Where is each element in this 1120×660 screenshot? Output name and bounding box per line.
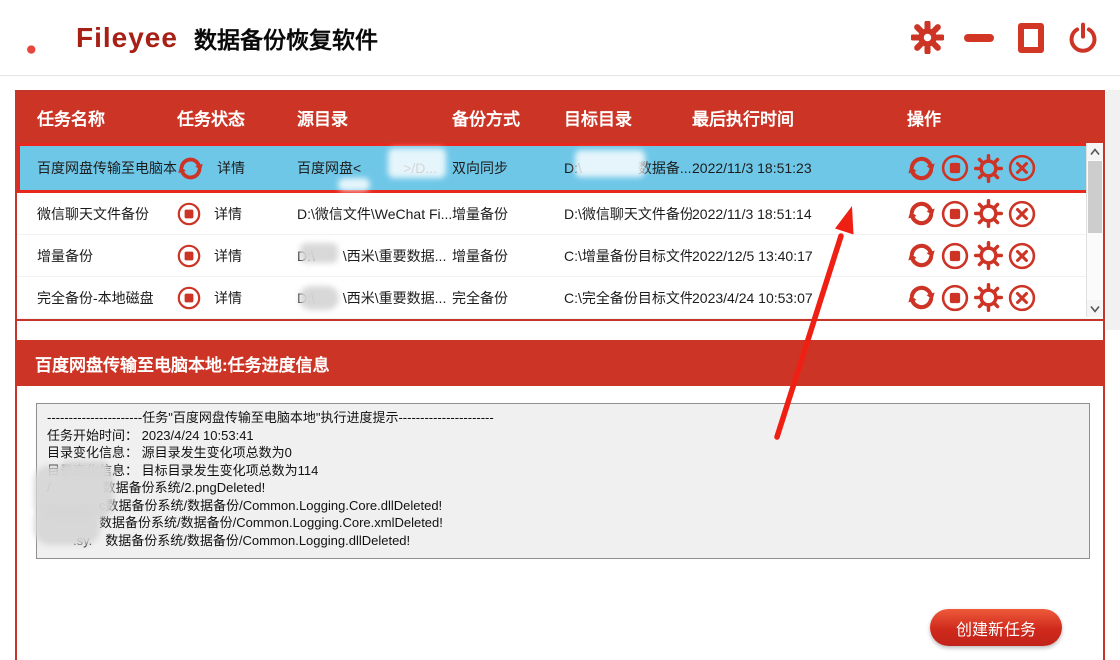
target-dir: D:\ 数据备...	[564, 158, 692, 178]
stop-button[interactable]	[941, 200, 969, 228]
app-title: 数据备份恢复软件	[194, 21, 378, 55]
stop-status-icon	[177, 202, 201, 226]
detail-link[interactable]: 详情	[214, 246, 242, 266]
column-header-operations: 操作	[907, 105, 1103, 130]
backup-mode: 增量备份	[452, 246, 564, 266]
last-run-time: 2023/4/24 10:53:07	[692, 290, 907, 306]
table-row-baidu-netdisk[interactable]: 百度网盘传输至电脑本地 详情 百度网盘< >/D... 双向同步 D:\ 数据备…	[17, 143, 1103, 193]
last-run-time: 2022/12/5 13:40:17	[692, 248, 907, 264]
source-dir: D:\ \西米\重要数据...	[297, 246, 452, 266]
last-run-time: 2022/11/3 18:51:14	[692, 206, 907, 222]
power-button[interactable]	[1064, 19, 1102, 57]
column-header-last-run-time: 最后执行时间	[692, 105, 907, 130]
maximize-icon	[1018, 23, 1044, 53]
table-header-row: 任务名称 任务状态 源目录 备份方式 目标目录 最后执行时间 操作	[17, 92, 1103, 143]
target-dir: C:\完全备份目标文件夹	[564, 288, 692, 308]
task-name: 微信聊天文件备份	[37, 204, 177, 224]
source-dir: D:\微信文件\WeChat Fi...	[297, 204, 452, 224]
stop-status-icon	[177, 286, 201, 310]
log-line: 任务开始时间： 2023/4/24 10:53:41	[47, 427, 1079, 445]
settings-button[interactable]	[908, 19, 946, 57]
run-sync-button[interactable]	[907, 154, 936, 183]
create-new-task-button[interactable]: 创建新任务	[930, 609, 1062, 646]
table-row-incremental-backup[interactable]: 增量备份 详情 D:\ \西米\重要数据... 增量备份 C:\增量备份目标文件…	[17, 235, 1103, 277]
column-header-task-status: 任务状态	[177, 105, 297, 130]
log-line: c数据备份系统/数据备份/Common.Logging.Core.dllDele…	[47, 497, 1079, 515]
table-row-wechat-backup[interactable]: 微信聊天文件备份 详情 D:\微信文件\WeChat Fi... 增量备份 D:…	[17, 193, 1103, 235]
task-settings-button[interactable]	[974, 241, 1003, 270]
run-sync-button[interactable]	[907, 199, 936, 228]
detail-link[interactable]: 详情	[214, 204, 242, 224]
task-table: 任务名称 任务状态 源目录 备份方式 目标目录 最后执行时间 操作 百度网盘传输…	[15, 90, 1105, 321]
gear-icon	[911, 21, 944, 54]
task-settings-button[interactable]	[974, 199, 1003, 228]
log-line: 目录变化信息： 目标目录发生变化项总数为114	[47, 462, 1079, 480]
titlebar: M Fileyee 数据备份恢复软件	[0, 0, 1120, 76]
detail-link[interactable]: 详情	[214, 288, 242, 308]
backup-mode: 双向同步	[452, 158, 564, 178]
log-line: / 数据备份系统/2.pngDeleted!	[47, 479, 1079, 497]
log-line: .sy. 数据备份系统/数据备份/Common.Logging.dllDelet…	[47, 532, 1079, 550]
minimize-button[interactable]	[960, 19, 998, 57]
task-name: 百度网盘传输至电脑本地	[37, 158, 177, 178]
target-dir: D:\微信聊天文件备份	[564, 204, 692, 224]
log-line: ----------------------任务"百度网盘传输至电脑本地"执行进…	[47, 409, 1079, 427]
backup-mode: 增量备份	[452, 204, 564, 224]
fileyee-logo-icon: M	[26, 17, 68, 59]
scroll-down-button[interactable]	[1087, 300, 1103, 317]
power-icon	[1067, 22, 1099, 54]
log-line: 数据备份系统/数据备份/Common.Logging.Core.xmlDelet…	[47, 514, 1079, 532]
run-sync-button[interactable]	[907, 283, 936, 312]
minimize-icon	[964, 34, 994, 42]
table-scrollbar[interactable]	[1086, 143, 1103, 317]
task-settings-button[interactable]	[974, 283, 1003, 312]
task-settings-button[interactable]	[974, 154, 1003, 183]
source-dir: D:\ \西米\重要数据...	[297, 288, 452, 308]
stop-status-icon	[177, 244, 201, 268]
delete-task-button[interactable]	[1008, 154, 1036, 182]
sync-icon	[177, 155, 204, 182]
scroll-up-button[interactable]	[1087, 143, 1103, 160]
stop-button[interactable]	[941, 242, 969, 270]
delete-task-button[interactable]	[1008, 284, 1036, 312]
delete-task-button[interactable]	[1008, 200, 1036, 228]
target-dir: C:\增量备份目标文件夹	[564, 246, 692, 266]
column-header-target-dir: 目标目录	[564, 105, 692, 130]
delete-task-button[interactable]	[1008, 242, 1036, 270]
maximize-button[interactable]	[1012, 19, 1050, 57]
log-line: 目录变化信息： 源目录发生变化项总数为0	[47, 444, 1079, 462]
source-dir: 百度网盘< >/D...	[297, 158, 452, 178]
last-run-time: 2022/11/3 18:51:23	[692, 160, 907, 176]
column-header-backup-mode: 备份方式	[452, 105, 564, 130]
stop-button[interactable]	[941, 154, 969, 182]
scrollbar-thumb[interactable]	[1088, 161, 1102, 233]
table-body: 百度网盘传输至电脑本地 详情 百度网盘< >/D... 双向同步 D:\ 数据备…	[17, 143, 1103, 317]
chevron-down-icon	[1089, 305, 1101, 313]
desktop-strip	[1106, 90, 1120, 330]
stop-button[interactable]	[941, 284, 969, 312]
task-name: 完全备份-本地磁盘	[37, 288, 177, 308]
task-progress-log[interactable]: ----------------------任务"百度网盘传输至电脑本地"执行进…	[36, 403, 1090, 559]
column-header-source-dir: 源目录	[297, 105, 452, 130]
chevron-up-icon	[1089, 148, 1101, 156]
backup-mode: 完全备份	[452, 288, 564, 308]
task-name: 增量备份	[37, 246, 177, 266]
brand-name: Fileyee	[76, 22, 178, 54]
run-sync-button[interactable]	[907, 241, 936, 270]
detail-link[interactable]: 详情	[217, 158, 245, 178]
table-row-full-backup[interactable]: 完全备份-本地磁盘 详情 D:\ \西米\重要数据... 完全备份 C:\完全备…	[17, 277, 1103, 319]
column-header-task-name: 任务名称	[37, 105, 177, 130]
progress-section-header: 百度网盘传输至电脑本地:任务进度信息	[15, 340, 1105, 386]
progress-section-title: 百度网盘传输至电脑本地:任务进度信息	[35, 351, 330, 376]
